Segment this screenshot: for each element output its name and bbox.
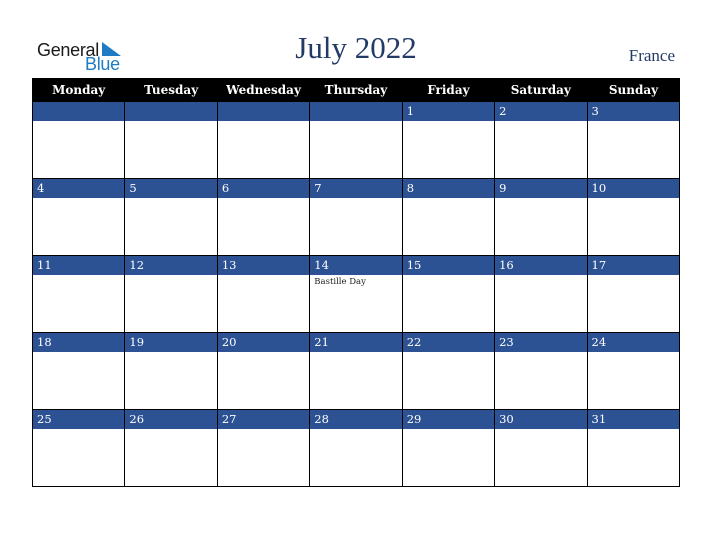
day-cell[interactable]: 30: [494, 409, 588, 487]
date-number: 22: [402, 333, 495, 352]
date-number: 23: [495, 333, 587, 352]
day-cell[interactable]: 28: [309, 409, 403, 487]
day-cell[interactable]: 23: [494, 332, 588, 410]
day-cell[interactable]: [216, 101, 311, 179]
date-number: 17: [587, 256, 679, 275]
date-number: 3: [587, 102, 679, 121]
day-cell[interactable]: 31: [586, 409, 681, 487]
weekday-header-row: Monday Tuesday Wednesday Thursday Friday…: [31, 78, 680, 102]
day-cell[interactable]: 24: [586, 332, 681, 410]
date-number: 30: [495, 410, 587, 429]
day-cell[interactable]: [309, 101, 403, 179]
day-cell[interactable]: 7: [309, 178, 403, 256]
day-cell[interactable]: 17: [586, 255, 681, 333]
date-number: 4: [33, 179, 125, 198]
date-number: 19: [125, 333, 217, 352]
holiday-event: Bastille Day: [314, 277, 366, 287]
date-number: 2: [495, 102, 587, 121]
day-cell[interactable]: 5: [124, 178, 218, 256]
day-cell[interactable]: 6: [216, 178, 311, 256]
day-cell[interactable]: 29: [401, 409, 496, 487]
weekday-header: Monday: [31, 78, 125, 102]
day-cell[interactable]: 21: [309, 332, 403, 410]
day-cell[interactable]: 1: [401, 101, 496, 179]
date-number: [217, 102, 310, 121]
day-cell[interactable]: [124, 101, 218, 179]
date-number: 15: [402, 256, 495, 275]
day-cell[interactable]: 15: [401, 255, 496, 333]
date-number: 21: [310, 333, 402, 352]
day-cell[interactable]: 27: [216, 409, 311, 487]
day-cell[interactable]: 4: [31, 178, 126, 256]
date-number: 28: [310, 410, 402, 429]
week-row: 123: [31, 101, 681, 179]
date-number: 31: [587, 410, 679, 429]
date-number: 27: [217, 410, 310, 429]
date-number: 10: [587, 179, 679, 198]
date-number: 8: [402, 179, 495, 198]
date-number: 14: [310, 256, 402, 275]
week-row: 4 5 6 7 8 9 10: [31, 178, 681, 256]
date-number: [310, 102, 402, 121]
date-number: 11: [33, 256, 125, 275]
day-cell[interactable]: 8: [401, 178, 496, 256]
weekday-header: Wednesday: [216, 78, 310, 102]
day-cell[interactable]: 13: [216, 255, 311, 333]
date-number: [125, 102, 217, 121]
date-number: 7: [310, 179, 402, 198]
date-number: 12: [125, 256, 217, 275]
week-row: 11 12 13 14 Bastille Day 15 16 17: [31, 255, 681, 333]
date-number: 6: [217, 179, 310, 198]
weekday-header: Saturday: [494, 78, 588, 102]
day-cell[interactable]: 14 Bastille Day: [309, 255, 403, 333]
calendar-grid: Monday Tuesday Wednesday Thursday Friday…: [31, 78, 681, 487]
day-cell[interactable]: [31, 101, 126, 179]
date-number: 29: [402, 410, 495, 429]
date-number: [33, 102, 125, 121]
weekday-header: Friday: [401, 78, 495, 102]
date-number: 5: [125, 179, 217, 198]
week-row: 25 26 27 28 29 30 31: [31, 409, 681, 487]
day-cell[interactable]: 16: [494, 255, 588, 333]
date-number: 16: [495, 256, 587, 275]
date-number: 24: [587, 333, 679, 352]
day-cell[interactable]: 18: [31, 332, 126, 410]
day-cell[interactable]: 19: [124, 332, 218, 410]
calendar-title: July 2022: [295, 30, 417, 65]
weekday-header: Thursday: [309, 78, 403, 102]
country-label: France: [628, 46, 675, 65]
week-row: 18 19 20 21 22 23 24: [31, 332, 681, 410]
date-number: 25: [33, 410, 125, 429]
day-cell[interactable]: 20: [216, 332, 311, 410]
day-cell[interactable]: 22: [401, 332, 496, 410]
date-number: 26: [125, 410, 217, 429]
date-number: 13: [217, 256, 310, 275]
day-cell[interactable]: 25: [31, 409, 126, 487]
date-number: 9: [495, 179, 587, 198]
day-cell[interactable]: 12: [124, 255, 218, 333]
day-cell[interactable]: 9: [494, 178, 588, 256]
date-number: 18: [33, 333, 125, 352]
day-cell[interactable]: 2: [494, 101, 588, 179]
date-number: 1: [402, 102, 495, 121]
day-cell[interactable]: 10: [586, 178, 681, 256]
date-number: 20: [217, 333, 310, 352]
day-cell[interactable]: 11: [31, 255, 126, 333]
day-cell[interactable]: 3: [586, 101, 681, 179]
day-cell[interactable]: 26: [124, 409, 218, 487]
weekday-header: Sunday: [586, 78, 680, 102]
weekday-header: Tuesday: [124, 78, 218, 102]
